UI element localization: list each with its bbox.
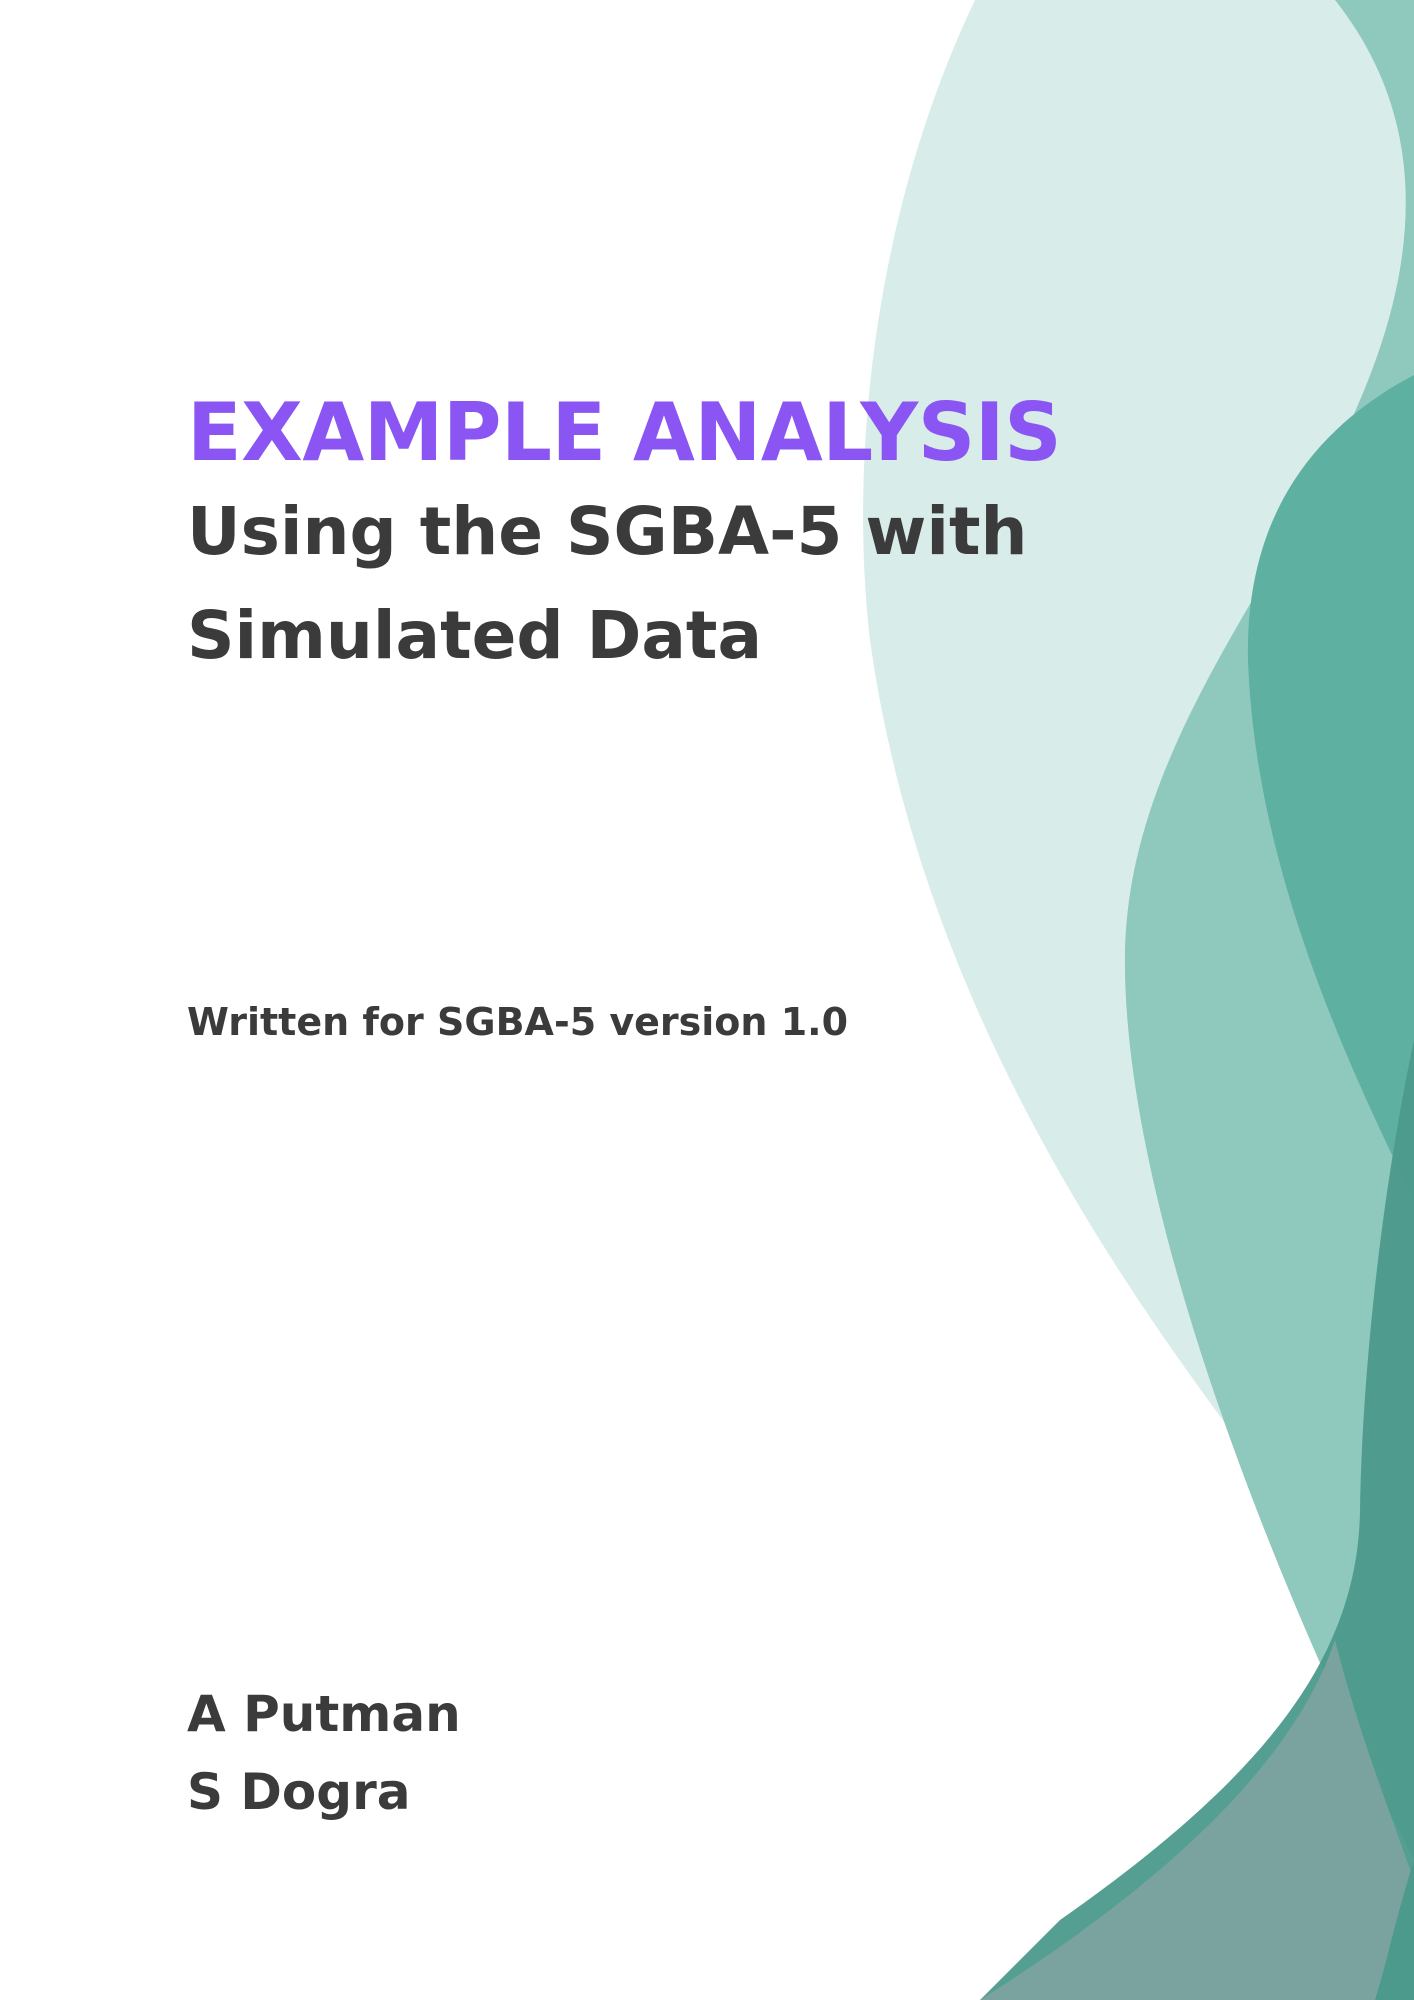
version-note: Written for SGBA-5 version 1.0	[187, 1000, 849, 1044]
author-list: A Putman S Dogra	[187, 1675, 461, 1831]
author-name: S Dogra	[187, 1763, 411, 1821]
author-name: A Putman	[187, 1685, 461, 1743]
cover-page: EXAMPLE ANALYSIS Using the SGBA-5 with S…	[0, 0, 1414, 2000]
document-title: Using the SGBA-5 with Simulated Data	[187, 493, 1028, 674]
document-kicker: EXAMPLE ANALYSIS	[187, 386, 1062, 479]
